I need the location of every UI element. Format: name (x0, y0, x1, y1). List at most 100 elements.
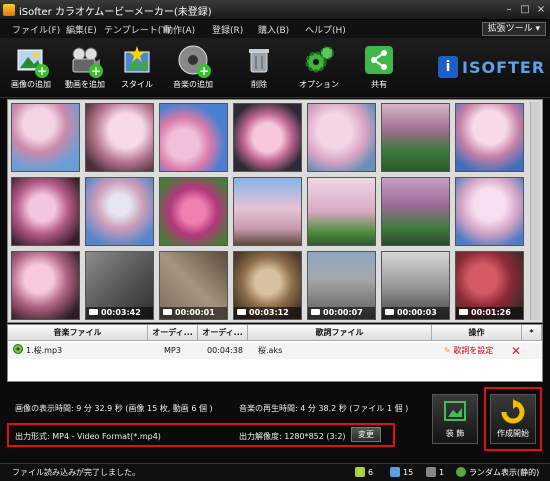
share-label: 共有 (371, 80, 387, 89)
image-count: 15 (390, 467, 413, 477)
decorate-label: 装 飾 (445, 429, 465, 438)
delete-row-button[interactable]: ✕ (511, 344, 521, 358)
isofter-logo: i ISOFTER (438, 56, 544, 78)
music-file-name: 1.桜.mp3 (26, 346, 63, 355)
add-image-icon: + (15, 44, 49, 78)
menu-edit[interactable]: 編集(E) (66, 23, 97, 36)
random-icon (456, 467, 466, 477)
image-thumbnail[interactable] (233, 177, 302, 246)
add-video-icon: + (69, 44, 103, 78)
add-image-button[interactable]: + 画像の追加 (4, 44, 58, 90)
style-icon (121, 44, 153, 76)
image-thumbnail[interactable] (11, 177, 80, 246)
chevron-down-icon: ▾ (535, 24, 540, 34)
menu-template[interactable]: テンプレート(T) (104, 23, 170, 36)
image-thumbnail[interactable] (307, 177, 376, 246)
add-video-label: 動画を追加 (65, 80, 105, 89)
video-duration: 00:03:12 (234, 307, 301, 319)
options-button[interactable]: オプション (292, 44, 346, 90)
video-icon (426, 467, 436, 477)
create-button[interactable]: 作成開始 (490, 394, 536, 444)
options-label: オプション (299, 80, 339, 89)
video-count: 1 (426, 467, 444, 477)
video-thumbnail[interactable]: 00:01:26 (455, 251, 524, 320)
random-display-toggle[interactable]: ランダム表示(静的) (456, 467, 539, 478)
video-thumbnail[interactable]: 00:00:07 (307, 251, 376, 320)
image-thumbnail[interactable] (307, 103, 376, 172)
extension-tools-label: 拡張ツール (487, 24, 533, 34)
create-label: 作成開始 (497, 429, 529, 438)
music-play-time: 音楽の再生時間: 4 分 38.2 秒 (ファイル 1 個 ) (239, 404, 409, 413)
add-video-button[interactable]: + 動画を追加 (58, 44, 112, 90)
menu-bar: ファイル(F) 編集(E) テンプレート(T) 動作(A) 登録(R) 購入(B… (0, 20, 550, 38)
change-button[interactable]: 変更 (351, 427, 381, 442)
status-bar: ファイル読み込みが完了しました。 6 15 1 ランダム表示(静的) (0, 463, 550, 481)
add-image-label: 画像の追加 (11, 80, 51, 89)
video-duration: 00:00:07 (308, 307, 375, 319)
share-button[interactable]: 共有 (352, 44, 406, 90)
column-header-action[interactable]: 操作 (432, 325, 522, 341)
column-header-music-file[interactable]: 音楽ファイル (8, 325, 148, 341)
music-icon (355, 467, 365, 477)
logo-word: ISOFTER (462, 58, 546, 77)
close-button[interactable]: × (534, 3, 548, 16)
menu-register[interactable]: 登録(R) (212, 23, 243, 36)
menu-file[interactable]: ファイル(F) (12, 23, 60, 36)
pencil-icon: ✎ (444, 346, 451, 355)
image-thumbnail[interactable] (85, 103, 154, 172)
video-thumbnail[interactable]: 00:00:03 (381, 251, 450, 320)
minimize-button[interactable]: – (502, 3, 516, 16)
column-header-star[interactable]: * (522, 325, 542, 341)
add-music-label: 音楽の追加 (173, 80, 213, 89)
image-display-time: 画像の表示時間: 9 分 32.9 秒 (画像 15 枚, 動画 6 個 ) (15, 404, 213, 413)
media-grid: 00:03:42 00:00:01 00:03:12 00:00:07 00:0… (7, 99, 543, 323)
style-label: スタイル (121, 80, 153, 89)
image-thumbnail[interactable] (455, 103, 524, 172)
image-thumbnail[interactable] (381, 177, 450, 246)
image-thumbnail[interactable] (233, 103, 302, 172)
add-music-icon: + (177, 44, 211, 78)
column-header-lyrics-file[interactable]: 歌詞ファイル (248, 325, 432, 341)
maximize-button[interactable]: □ (518, 3, 532, 16)
decorate-icon (444, 401, 466, 421)
toolbar: + 画像の追加 + 動画を追加 スタイル + 音楽の追加 削除 オプション 共有… (0, 38, 550, 98)
music-file-icon (13, 344, 23, 358)
music-duration: 00:04:38 (207, 346, 243, 355)
image-thumbnail[interactable] (455, 177, 524, 246)
music-format: MP3 (164, 346, 181, 355)
image-thumbnail[interactable] (11, 251, 80, 320)
video-thumbnail[interactable]: 00:03:12 (233, 251, 302, 320)
status-message: ファイル読み込みが完了しました。 (12, 468, 140, 477)
image-thumbnail[interactable] (85, 177, 154, 246)
column-header-audio-duration[interactable]: オーディ... (198, 325, 248, 341)
music-table: 音楽ファイル オーディ... オーディ... 歌詞ファイル 操作 * 1.桜.m… (7, 324, 543, 382)
video-thumbnail[interactable]: 00:00:01 (159, 251, 228, 320)
video-duration: 00:01:26 (456, 307, 523, 319)
extension-tools-dropdown[interactable]: 拡張ツール ▾ (481, 22, 546, 36)
menu-purchase[interactable]: 購入(B) (258, 23, 289, 36)
set-lyrics-label: 歌詞を設定 (453, 346, 494, 355)
delete-button[interactable]: 削除 (232, 44, 286, 90)
image-icon (390, 467, 400, 477)
decorate-button[interactable]: 装 飾 (432, 394, 478, 444)
info-panel: 画像の表示時間: 9 分 32.9 秒 (画像 15 枚, 動画 6 個 ) 音… (7, 385, 427, 450)
window-title: iSofter カラオケムービーメーカー(未登録) (19, 7, 212, 18)
set-lyrics-button[interactable]: ✎ 歌詞を設定 (444, 344, 493, 358)
logo-badge: i (438, 56, 458, 78)
image-thumbnail[interactable] (11, 103, 80, 172)
delete-label: 削除 (251, 80, 267, 89)
image-thumbnail[interactable] (159, 103, 228, 172)
menu-action[interactable]: 動作(A) (164, 23, 195, 36)
output-format: 出力形式: MP4 - Video Format(*.mp4) (15, 432, 161, 441)
column-header-audio-format[interactable]: オーディ... (148, 325, 198, 341)
app-icon (3, 4, 15, 16)
image-thumbnail[interactable] (159, 177, 228, 246)
image-thumbnail[interactable] (381, 103, 450, 172)
media-grid-scrollbar[interactable] (530, 102, 540, 320)
menu-help[interactable]: ヘルプ(H) (305, 23, 346, 36)
style-button[interactable]: スタイル (110, 44, 164, 90)
add-music-button[interactable]: + 音楽の追加 (166, 44, 220, 90)
video-thumbnail[interactable]: 00:03:42 (85, 251, 154, 320)
refresh-arrow-icon (501, 399, 525, 424)
title-bar: iSofter カラオケムービーメーカー(未登録) – □ × (0, 0, 550, 20)
